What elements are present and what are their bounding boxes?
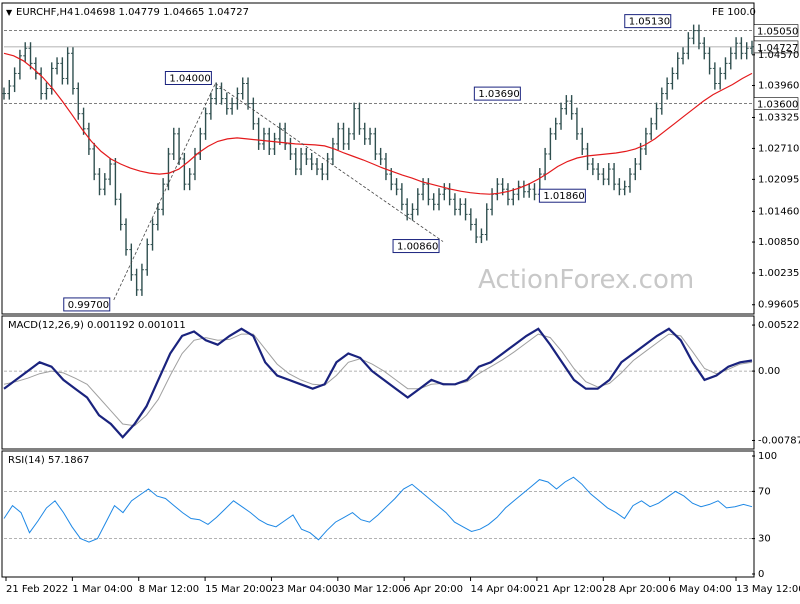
price-y-tick-label: 1.00235 <box>758 268 799 279</box>
x-tick-label: 6 Apr 20:00 <box>404 584 463 595</box>
header-ohlc: 1.04698 1.04779 1.04665 1.04727 <box>74 7 249 18</box>
x-tick-label: 15 Mar 20:00 <box>205 584 272 595</box>
price-y-tick-label: 1.02095 <box>758 174 799 185</box>
price-y-tick-label: 1.03960 <box>758 81 799 92</box>
annotation-label: 1.05130 <box>629 17 670 28</box>
macd-y-tick-label: -0.007873 <box>758 435 800 446</box>
rsi-y-tick-label: 30 <box>758 534 771 545</box>
x-tick-label: 6 May 04:00 <box>670 584 732 595</box>
watermark: ActionForex.com <box>478 265 694 295</box>
x-tick-label: 21 Apr 12:00 <box>537 584 602 595</box>
rsi-y-tick-label: 0 <box>758 569 764 580</box>
price-y-tick-label: 1.03325 <box>758 112 799 123</box>
level-tag-label: 1.05050 <box>757 27 798 38</box>
x-tick-label: 1 Mar 04:00 <box>72 584 132 595</box>
level-tag-label: 1.03600 <box>757 100 798 111</box>
fe-label: FE 100.0 <box>712 7 756 18</box>
price-y-tick-label: 1.00850 <box>758 237 799 248</box>
header-triangle-icon: ▼ <box>6 8 13 17</box>
x-tick-label: 21 Feb 2022 <box>6 584 68 595</box>
macd-y-tick-label: 0.00 <box>758 366 780 377</box>
chart-canvas: ▼ EURCHF,H4 1.04698 1.04779 1.04665 1.04… <box>1 2 800 595</box>
rsi-title: RSI(14) 57.1867 <box>8 455 89 466</box>
x-tick-label: 8 Mar 12:00 <box>139 584 199 595</box>
annotation-label: 1.03690 <box>478 89 519 100</box>
x-tick-label: 28 Apr 20:00 <box>603 584 668 595</box>
rsi-panel-frame <box>1 450 755 578</box>
price-y-tick-label: 1.04570 <box>758 50 799 61</box>
x-tick-label: 23 Mar 04:00 <box>271 584 338 595</box>
annotation-label: 0.99700 <box>68 300 109 311</box>
x-tick-label: 14 Apr 04:00 <box>471 584 536 595</box>
x-tick-label: 30 Mar 12:00 <box>338 584 405 595</box>
x-tick-label: 13 May 12:00 <box>736 584 800 595</box>
annotation-label: 1.04000 <box>169 74 210 85</box>
price-y-tick-label: 0.99605 <box>758 300 799 311</box>
macd-y-tick-label: 0.005226 <box>758 320 800 331</box>
chart-root: ▼ EURCHF,H4 1.04698 1.04779 1.04665 1.04… <box>0 0 800 600</box>
price-y-tick-label: 1.02710 <box>758 143 799 154</box>
macd-title: MACD(12,26,9) 0.001192 0.001011 <box>8 320 186 331</box>
rsi-y-tick-label: 70 <box>758 486 771 497</box>
price-y-tick-label: 1.01460 <box>758 206 799 217</box>
rsi-y-tick-label: 100 <box>758 451 777 462</box>
annotation-label: 1.01860 <box>543 191 584 202</box>
header-symbol: EURCHF,H4 <box>16 7 73 18</box>
annotation-label: 1.00860 <box>397 242 438 253</box>
